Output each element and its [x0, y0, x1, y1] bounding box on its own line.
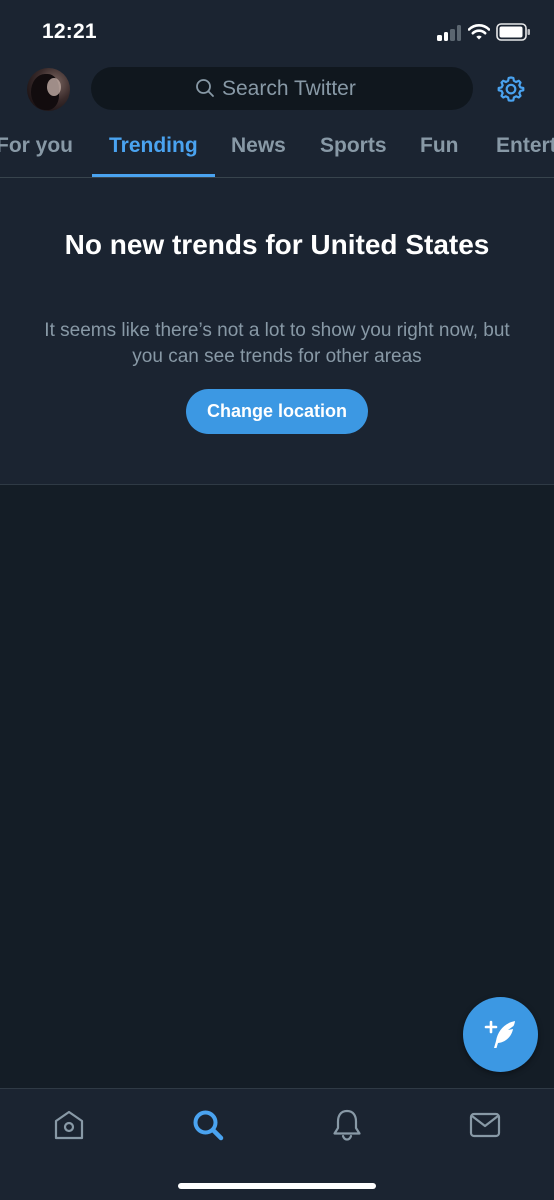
avatar[interactable] [27, 68, 70, 111]
bell-icon [333, 1109, 361, 1141]
nav-notifications[interactable] [329, 1107, 365, 1143]
cellular-signal-icon [437, 25, 463, 41]
home-indicator[interactable] [178, 1183, 376, 1189]
tab-sports[interactable]: Sports [320, 134, 387, 158]
bottom-navigation [0, 1088, 554, 1200]
nav-search[interactable] [190, 1107, 226, 1143]
search-input[interactable]: Search Twitter [91, 67, 473, 110]
explore-screen: 12:21 Search Twitter For you Trending Ne… [0, 0, 554, 1200]
top-header: Search Twitter [0, 64, 554, 116]
compose-tweet-button[interactable] [463, 997, 538, 1072]
top-region: 12:21 Search Twitter For you Trending Ne… [0, 0, 554, 485]
tab-entertainment[interactable]: Entert [496, 134, 554, 158]
empty-state-description: It seems like there’s not a lot to show … [44, 320, 510, 367]
nav-home[interactable] [51, 1107, 87, 1143]
change-location-button[interactable]: Change location [186, 389, 368, 434]
active-tab-indicator [92, 174, 215, 177]
avatar-face [47, 78, 61, 96]
search-placeholder: Search Twitter [222, 77, 356, 100]
empty-state-title: No new trends for United States [64, 229, 490, 260]
gear-icon[interactable] [496, 74, 526, 104]
nav-messages[interactable] [467, 1107, 503, 1143]
compose-feather-icon [484, 1020, 515, 1048]
battery-icon [496, 23, 530, 41]
status-bar: 12:21 [0, 0, 554, 64]
home-icon [54, 1110, 84, 1140]
search-icon [196, 79, 214, 97]
empty-state: No new trends for United States It seems… [0, 178, 554, 485]
status-time: 12:21 [42, 20, 97, 43]
tab-for-you[interactable]: For you [0, 134, 73, 158]
search-icon [193, 1110, 224, 1141]
tab-fun[interactable]: Fun [420, 134, 458, 158]
tab-news[interactable]: News [231, 134, 286, 158]
tab-trending[interactable]: Trending [109, 134, 198, 158]
explore-tabs: For you Trending News Sports Fun Entert [0, 116, 554, 178]
mail-icon [469, 1112, 501, 1138]
wifi-icon [468, 24, 490, 40]
